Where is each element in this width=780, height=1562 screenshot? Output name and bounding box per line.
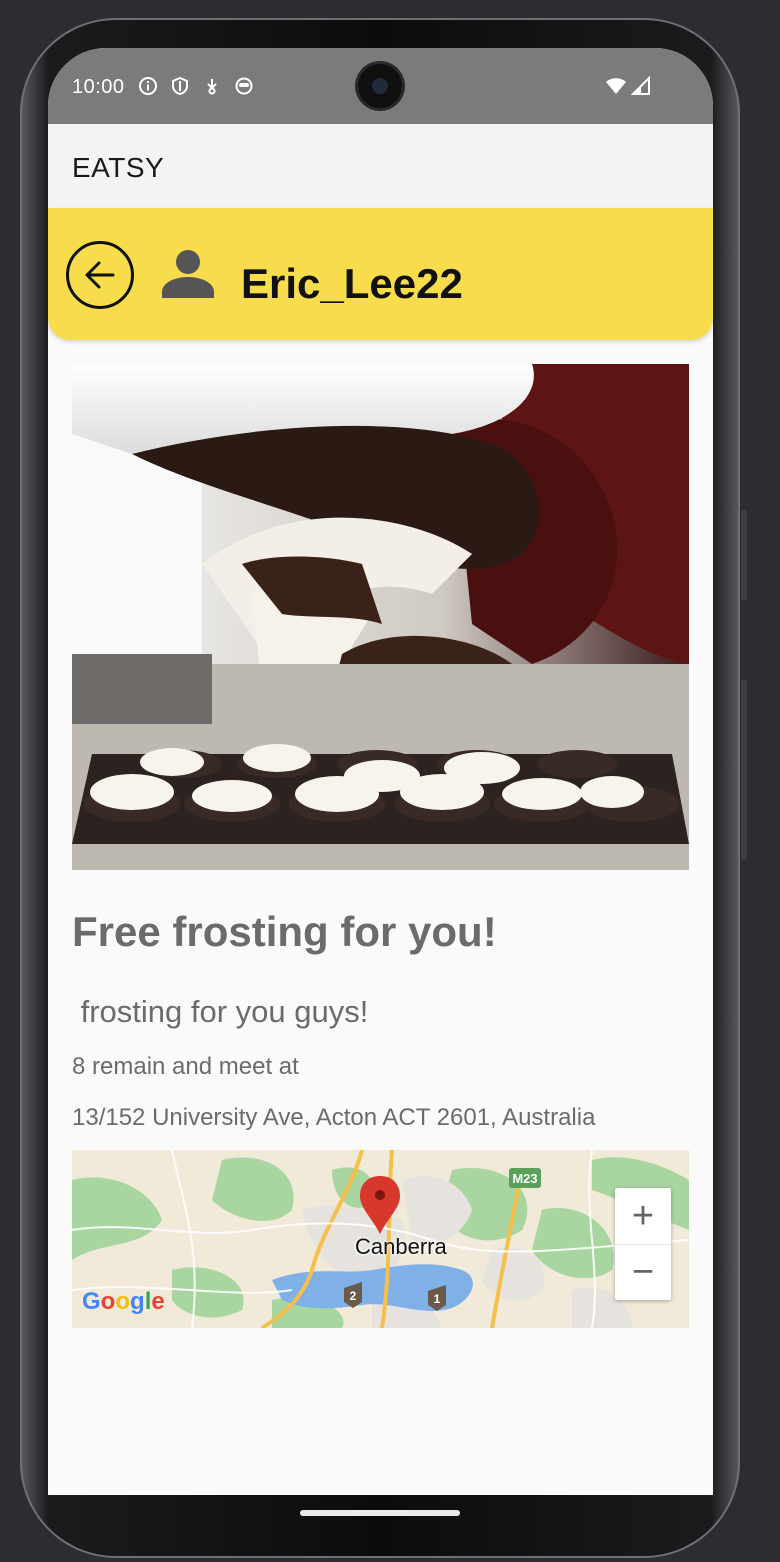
signal-icon: [631, 76, 650, 95]
user-header: Eric_Lee22: [48, 208, 713, 340]
google-logo-letter: G: [82, 1288, 101, 1315]
route-label-1: 1: [434, 1292, 441, 1306]
post-image: [72, 364, 689, 870]
map-city-label: Canberra: [355, 1234, 447, 1259]
google-logo: Google: [82, 1288, 165, 1316]
map-view[interactable]: M23 2 1 Canberra Google + −: [72, 1150, 689, 1328]
front-camera: [358, 64, 402, 108]
username: Eric_Lee22: [241, 260, 463, 307]
person-icon: [162, 250, 214, 298]
google-logo-letter: e: [151, 1288, 165, 1315]
zoom-out-button[interactable]: −: [615, 1244, 671, 1300]
google-logo-letter: g: [130, 1288, 145, 1315]
power-button: [741, 510, 747, 600]
app-bar: EATSY: [48, 124, 713, 208]
app-title: EATSY: [72, 152, 165, 183]
home-indicator[interactable]: [300, 1510, 460, 1516]
post-title: Free frosting for you!: [72, 908, 497, 955]
info-icon: [139, 77, 157, 95]
volume-button: [741, 680, 747, 860]
route-label-m23: M23: [512, 1171, 537, 1186]
route-label-2: 2: [350, 1289, 357, 1303]
map-zoom-controls: + −: [615, 1188, 671, 1300]
status-time: 10:00: [72, 76, 125, 98]
download-icon: [207, 79, 217, 95]
arrow-left-icon: [85, 261, 115, 289]
face-icon: [235, 77, 253, 95]
wifi-icon: [606, 78, 626, 94]
post-address: 13/152 University Ave, Acton ACT 2601, A…: [72, 1104, 596, 1131]
post-remaining-text: 8 remain and meet at: [72, 1053, 299, 1080]
shield-icon: [172, 76, 188, 96]
google-logo-letter: o: [100, 1288, 116, 1315]
status-bar: 10:00: [48, 48, 713, 124]
zoom-in-button[interactable]: +: [615, 1188, 671, 1245]
status-icons-left: [138, 76, 254, 96]
google-logo-letter: o: [115, 1288, 131, 1315]
status-icons-right: [605, 76, 651, 96]
back-button[interactable]: [66, 241, 134, 309]
frosting-photo: [72, 364, 689, 870]
phone-screen: 10:00 EATSY Eric_Lee22 Free frosting for…: [48, 48, 713, 1495]
post-description: frosting for you guys!: [72, 994, 369, 1029]
